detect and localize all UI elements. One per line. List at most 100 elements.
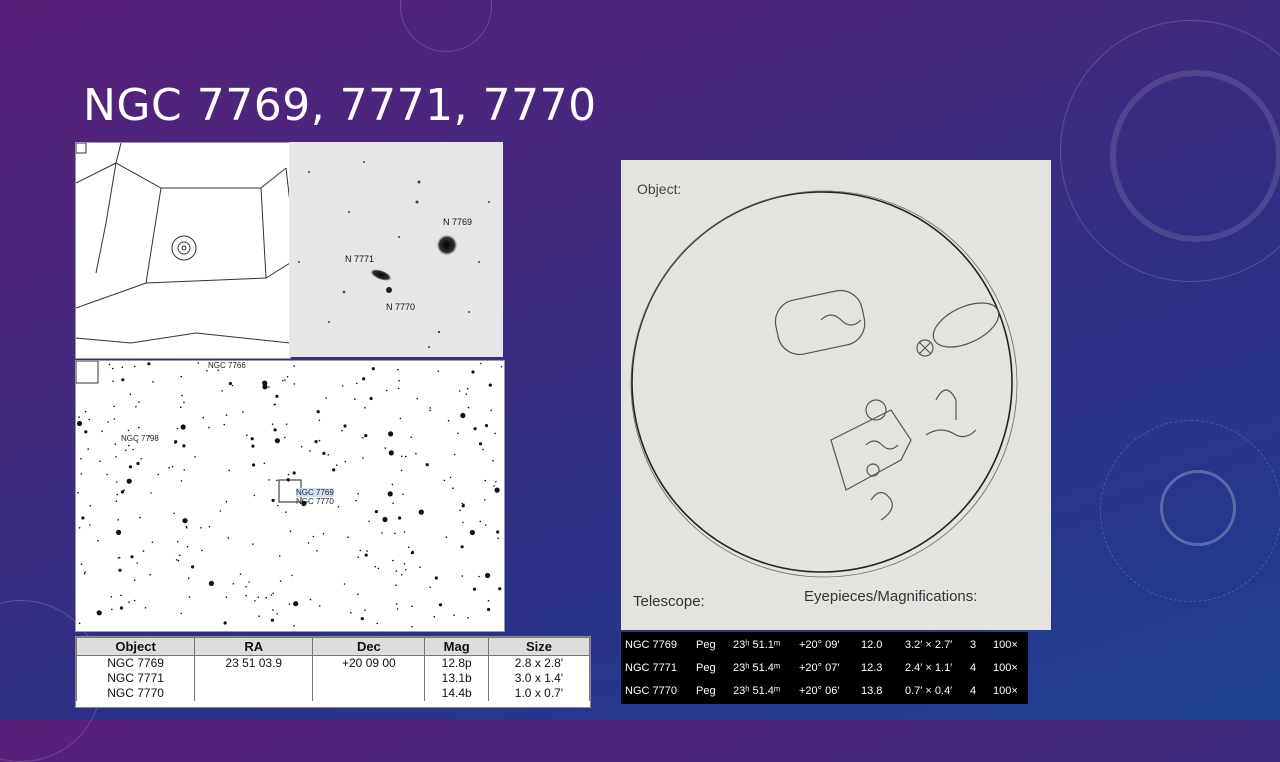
star-dot xyxy=(411,625,413,628)
star-dot xyxy=(286,376,289,378)
catalog-table-header-row: Object RA Dec Mag Size xyxy=(75,637,591,656)
strip-ra: 23ʰ 51.1ᵐ xyxy=(733,639,781,651)
star-dot xyxy=(490,409,493,412)
star-dot xyxy=(116,481,118,483)
star-dot xyxy=(458,390,461,392)
star-dot xyxy=(309,598,312,601)
star-dot xyxy=(282,379,284,382)
table-cell xyxy=(312,686,426,701)
star-dot xyxy=(495,480,497,483)
star-dot xyxy=(284,436,286,439)
star-dot xyxy=(123,489,125,491)
star-dot xyxy=(462,521,464,524)
star-dot xyxy=(119,606,123,610)
star-dot xyxy=(83,572,86,575)
star-dot xyxy=(401,455,403,458)
star-dot xyxy=(138,426,140,429)
star-dot xyxy=(408,546,410,549)
strip-rating: 4 xyxy=(970,662,977,674)
star-dot xyxy=(453,453,456,456)
list-item: NGC 7769 Peg 23ʰ 51.1ᵐ +20° 09′ 12.0 3.2… xyxy=(621,635,1028,655)
star-dot xyxy=(400,573,403,576)
star-dot xyxy=(300,446,303,448)
star-dot xyxy=(341,429,343,432)
list-item: NGC 7770 Peg 23ʰ 51.4ᵐ +20° 06′ 13.8 0.7… xyxy=(621,681,1028,701)
star-dot xyxy=(78,527,81,529)
star-dot xyxy=(139,516,141,519)
star-dot xyxy=(471,370,475,374)
star-dot xyxy=(133,579,136,581)
star-dot xyxy=(262,380,268,386)
table-cell: 23 51 03.9 xyxy=(194,655,314,671)
star-dot xyxy=(376,622,379,625)
star-dot xyxy=(116,529,122,535)
star-dot xyxy=(115,500,118,502)
star-dot xyxy=(197,362,200,364)
star-dot xyxy=(84,430,88,434)
star-dot xyxy=(360,617,364,621)
star-dot xyxy=(287,480,290,482)
star-dot xyxy=(129,393,132,396)
star-map-label-ngc7798: NGC 7798 xyxy=(121,434,159,443)
star-dot xyxy=(364,407,366,409)
strip-size: 0.7′ × 0.4′ xyxy=(905,685,953,697)
star-dot xyxy=(254,600,256,602)
star-dot xyxy=(133,599,136,602)
star-dot xyxy=(288,603,291,605)
star-dot xyxy=(111,367,114,370)
table-cell xyxy=(312,671,426,686)
star-dot xyxy=(120,594,122,597)
star-dot xyxy=(208,525,211,528)
star-dot xyxy=(482,448,484,451)
star-dot xyxy=(343,424,347,428)
star-dot xyxy=(149,573,151,576)
photo-label-n7770: N 7770 xyxy=(386,302,416,312)
star-dot xyxy=(384,447,387,449)
table-row: NGC 7771 13.1b 3.0 x 1.4' xyxy=(75,671,591,686)
star-dot xyxy=(325,397,327,399)
star-dot xyxy=(461,575,464,577)
photo-label-n7769: N 7769 xyxy=(443,217,473,227)
star-dot xyxy=(285,423,288,425)
star-dot xyxy=(484,524,487,526)
star-dot xyxy=(187,577,190,579)
table-cell: NGC 7770 xyxy=(75,686,196,701)
catalog-header-object: Object xyxy=(75,637,196,656)
star-map: NGC 7766 NGC 7798 NGC 7769 NGC 7770 xyxy=(75,360,505,632)
star-dot xyxy=(175,559,178,561)
star-dot xyxy=(136,562,138,564)
list-item: NGC 7771 Peg 23ʰ 51.4ᵐ +20° 07′ 12.3 2.4… xyxy=(621,658,1028,678)
star-dot xyxy=(364,434,368,438)
star-dot xyxy=(121,378,125,382)
star-dot xyxy=(270,594,273,596)
star-dot xyxy=(469,529,475,536)
star-dot xyxy=(246,434,248,436)
star-dot xyxy=(405,569,407,571)
star-dot xyxy=(245,585,247,588)
star-dot xyxy=(359,549,362,552)
star-dot xyxy=(284,379,286,381)
strip-magnification: 100× xyxy=(993,639,1018,651)
star-dot xyxy=(484,499,486,501)
star-dot xyxy=(270,618,274,622)
star-dot xyxy=(461,504,465,508)
star-dot xyxy=(181,394,183,397)
table-cell: NGC 7771 xyxy=(75,671,196,686)
star-dot xyxy=(168,466,170,469)
star-dot xyxy=(176,427,179,430)
star-dot xyxy=(396,608,399,610)
star-dot xyxy=(223,423,226,426)
star-dot xyxy=(487,599,490,602)
star-dot xyxy=(194,456,196,458)
star-dot xyxy=(316,410,320,414)
star-dot xyxy=(125,449,127,452)
star-dot xyxy=(291,574,293,577)
star-dot xyxy=(152,381,154,383)
star-dot xyxy=(180,480,183,482)
star-dot xyxy=(398,379,400,382)
star-dot xyxy=(142,550,145,552)
strip-size: 2.4′ × 1.1′ xyxy=(905,662,953,674)
strip-dec: +20° 07′ xyxy=(799,662,840,674)
star-dot xyxy=(478,575,480,578)
star-dot xyxy=(201,549,203,552)
